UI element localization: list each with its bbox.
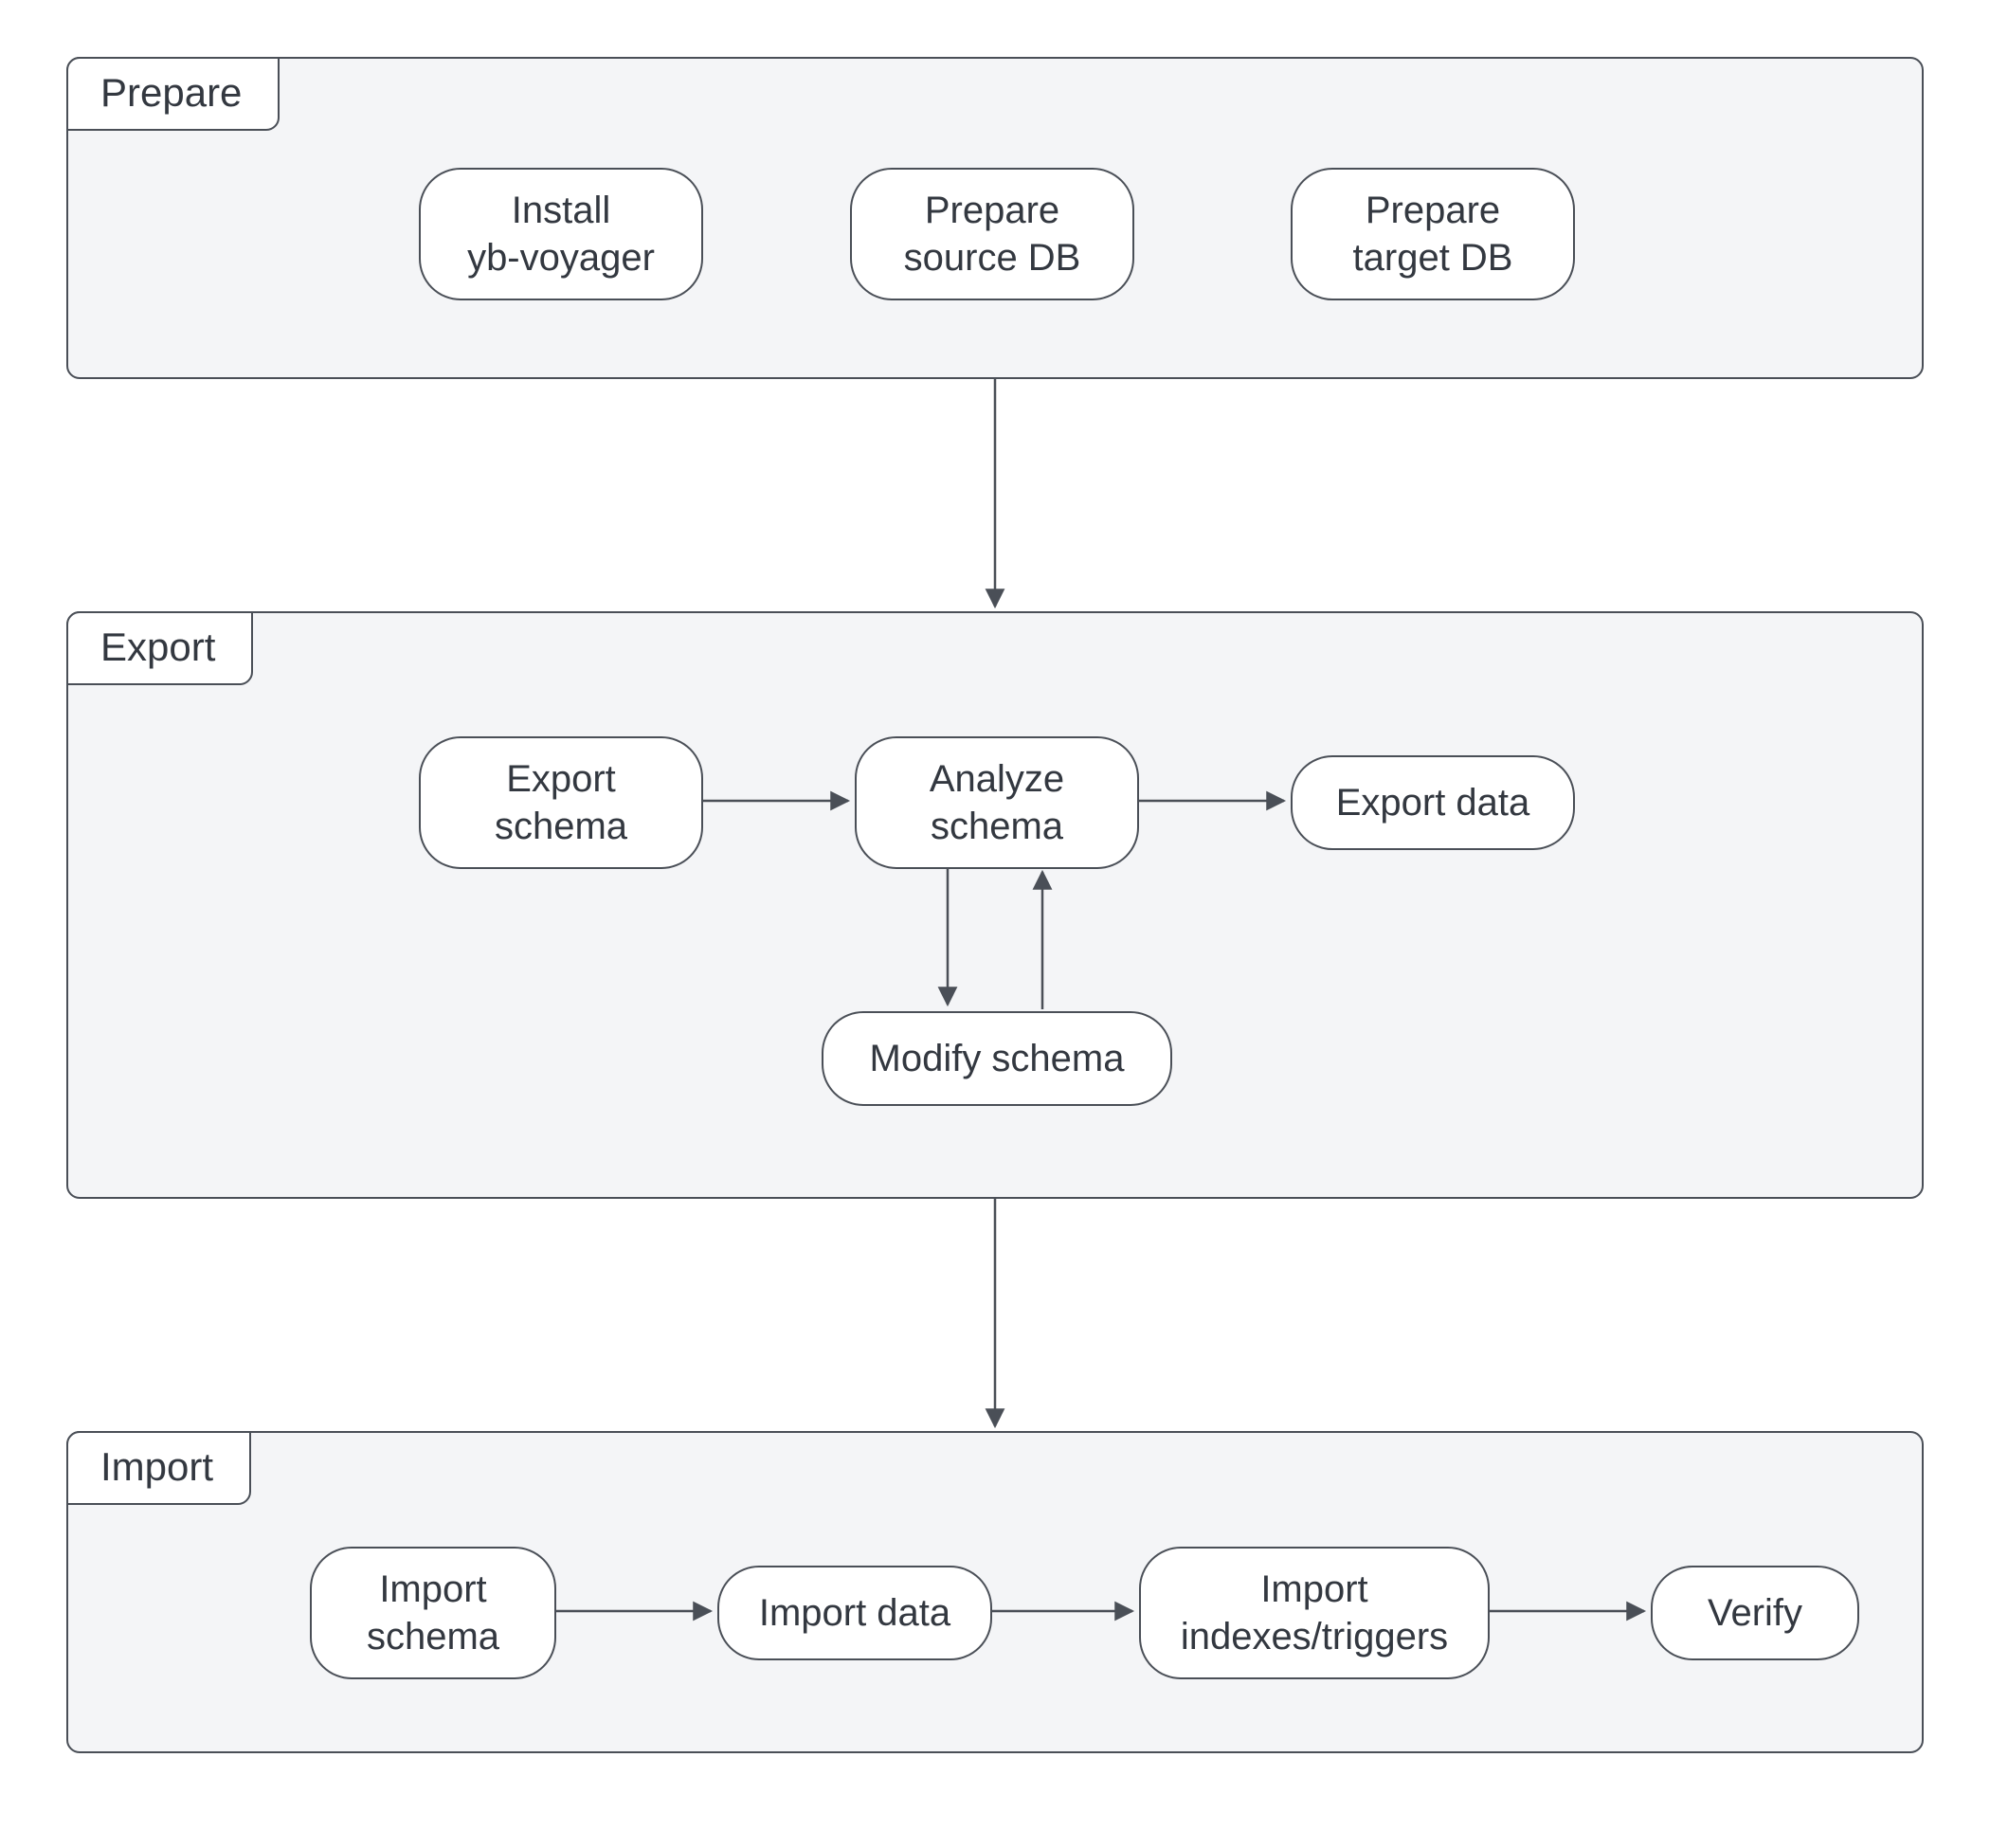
- phase-prepare-label: Prepare: [100, 70, 242, 115]
- node-export-data: Export data: [1291, 755, 1575, 850]
- node-import-data: Import data: [717, 1566, 992, 1660]
- node-analyze-schema-label: Analyzeschema: [930, 755, 1064, 850]
- node-import-data-label: Import data: [759, 1589, 950, 1637]
- phase-import: Import Importschema Import data Importin…: [66, 1431, 1924, 1753]
- phase-import-label: Import: [100, 1444, 213, 1489]
- node-verify-label: Verify: [1708, 1589, 1802, 1637]
- phase-export-tab: Export: [66, 611, 253, 685]
- node-import-indexes-triggers: Importindexes/triggers: [1139, 1547, 1490, 1679]
- node-prepare-target-db: Preparetarget DB: [1291, 168, 1575, 300]
- node-export-schema-label: Exportschema: [495, 755, 627, 850]
- phase-export-label: Export: [100, 625, 215, 669]
- node-analyze-schema: Analyzeschema: [855, 736, 1139, 869]
- node-import-indexes-triggers-label: Importindexes/triggers: [1181, 1566, 1448, 1660]
- node-install-yb-voyager: Installyb-voyager: [419, 168, 703, 300]
- phase-export: Export Exportschema Analyzeschema Export…: [66, 611, 1924, 1199]
- diagram-canvas: Prepare Installyb-voyager Preparesource …: [0, 0, 1990, 1848]
- phase-import-tab: Import: [66, 1431, 251, 1505]
- node-import-schema: Importschema: [310, 1547, 556, 1679]
- node-prepare-source-db: Preparesource DB: [850, 168, 1134, 300]
- node-prepare-source-db-label: Preparesource DB: [904, 187, 1081, 281]
- node-prepare-target-db-label: Preparetarget DB: [1353, 187, 1513, 281]
- node-export-schema: Exportschema: [419, 736, 703, 869]
- node-install-yb-voyager-label: Installyb-voyager: [467, 187, 655, 281]
- phase-prepare: Prepare Installyb-voyager Preparesource …: [66, 57, 1924, 379]
- node-export-data-label: Export data: [1336, 779, 1530, 826]
- phase-prepare-tab: Prepare: [66, 57, 280, 131]
- node-verify: Verify: [1651, 1566, 1859, 1660]
- node-modify-schema: Modify schema: [822, 1011, 1172, 1106]
- node-modify-schema-label: Modify schema: [870, 1035, 1125, 1082]
- node-import-schema-label: Importschema: [367, 1566, 499, 1660]
